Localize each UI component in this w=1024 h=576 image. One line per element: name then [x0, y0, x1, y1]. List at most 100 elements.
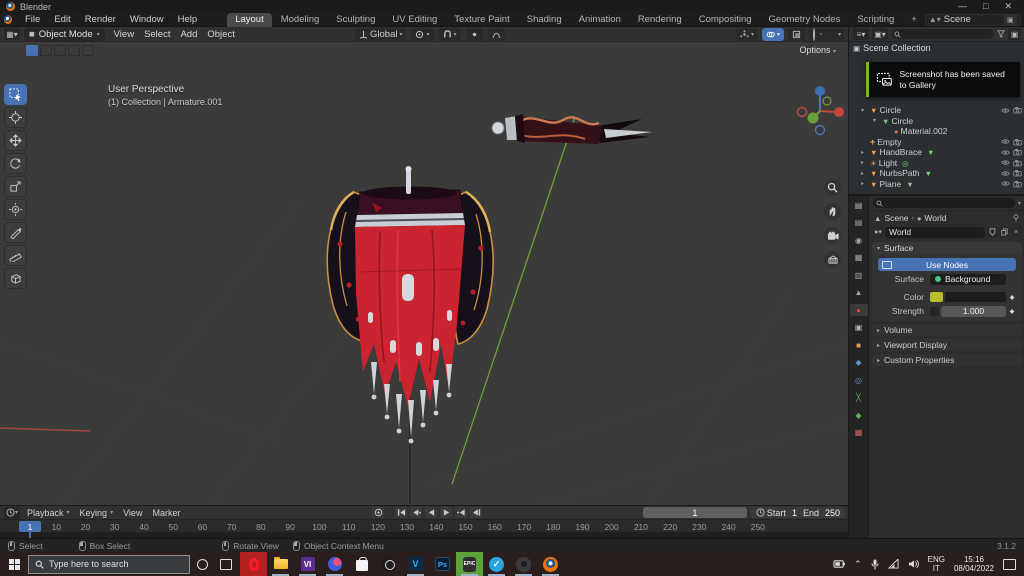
menu-item[interactable]: Edit [48, 13, 76, 26]
object-name[interactable]: Empty [877, 137, 901, 147]
camera-view-icon[interactable] [824, 227, 841, 244]
camera-visibility-icon[interactable] [1013, 148, 1022, 156]
workspace-tab[interactable]: Animation [571, 13, 629, 27]
taskbar-app-button[interactable] [240, 552, 267, 576]
start-button[interactable] [0, 552, 28, 576]
close-button[interactable]: ✕ [1004, 1, 1012, 12]
copy-datablock-icon[interactable] [999, 227, 1009, 237]
proportional-editing-toggle[interactable] [466, 28, 483, 41]
object-name[interactable]: Circle [891, 116, 913, 126]
outliner-editor-icon[interactable]: ≡▾ [853, 28, 869, 40]
taskbar-app-button[interactable]: V [402, 552, 429, 576]
unlink-datablock-icon[interactable]: × [1011, 227, 1021, 237]
rotate-tool[interactable] [4, 153, 27, 174]
viewport-menu-item[interactable]: Select [139, 29, 175, 40]
action-center-icon[interactable] [1003, 559, 1016, 570]
select-box-tool[interactable] [4, 84, 27, 105]
expand-arrow-icon[interactable]: ▸ [861, 170, 868, 177]
move-tool[interactable] [4, 130, 27, 151]
properties-tab[interactable] [850, 357, 868, 369]
taskbar-app-button[interactable] [321, 552, 348, 576]
taskbar-search-input[interactable]: Type here to search [28, 555, 190, 574]
scene-collection-row[interactable]: Scene Collection [849, 42, 1024, 54]
taskbar-app-button[interactable]: EPIC [456, 552, 483, 576]
transform-tool[interactable] [4, 199, 27, 220]
timeline-editor[interactable]: ▾ PlaybackKeyingViewMarker 1 [0, 505, 848, 538]
expand-arrow-icon[interactable]: ▾ [861, 107, 868, 114]
properties-tab[interactable] [850, 322, 868, 334]
select-mode-button[interactable] [82, 45, 94, 56]
task-view-button[interactable] [214, 559, 238, 570]
pin-icon[interactable] [1012, 214, 1020, 222]
workspace-tab[interactable]: Geometry Nodes [761, 13, 849, 27]
outliner-editor[interactable]: ≡▾ ▣▾ ▣ Scene Collection ▾ Cir [849, 27, 1024, 196]
hide-eye-icon[interactable] [1001, 107, 1010, 114]
timeline-editor-icon[interactable]: ▾ [4, 507, 20, 519]
workspace-tab[interactable]: Scripting [849, 13, 902, 27]
breadcrumb-world[interactable]: World [924, 213, 946, 223]
expand-arrow-icon[interactable]: ▸ [861, 149, 868, 156]
outliner-row[interactable]: ▸ Light [849, 158, 1024, 169]
color-swatch[interactable] [930, 292, 943, 302]
taskbar-app-button[interactable] [537, 552, 564, 576]
hide-eye-icon[interactable] [1001, 180, 1010, 187]
camera-visibility-icon[interactable] [1013, 169, 1022, 177]
menu-item[interactable]: Window [124, 13, 170, 26]
properties-editor-icon[interactable] [850, 199, 868, 211]
battery-icon[interactable] [833, 559, 845, 569]
3d-scene[interactable] [0, 42, 848, 505]
object-name[interactable]: NurbsPath [879, 168, 919, 178]
taskbar-app-button[interactable]: Ps [429, 552, 456, 576]
properties-tab[interactable] [850, 427, 868, 439]
shading-dropdown[interactable]: ▾ [838, 31, 841, 38]
object-name[interactable]: Plane [879, 179, 901, 189]
surface-shader-dropdown[interactable]: Background [930, 274, 1006, 285]
editor-type-icon[interactable]: ▦▾ [4, 28, 20, 40]
strength-keyframe-dot[interactable]: ◆ [1008, 308, 1016, 315]
menu-item[interactable]: Render [79, 13, 122, 26]
cortana-button[interactable] [190, 559, 214, 570]
outliner-row[interactable]: Empty [849, 137, 1024, 148]
object-name[interactable]: Circle [879, 105, 901, 115]
fake-user-shield-icon[interactable] [987, 227, 997, 237]
shading-wireframe-button[interactable] [812, 28, 816, 41]
viewport-menu-item[interactable]: Add [175, 29, 202, 40]
navigation-gizmo[interactable] [795, 79, 847, 139]
start-value[interactable]: 1 [792, 508, 797, 518]
timeline-menu-item[interactable]: Playback [22, 508, 75, 518]
scale-tool[interactable] [4, 176, 27, 197]
next-keyframe-button[interactable] [455, 507, 467, 518]
outliner-display-mode-icon[interactable]: ▣▾ [872, 28, 888, 40]
notification-toast[interactable]: Screenshot has been saved to Gallery [866, 62, 1020, 97]
filter-funnel-icon[interactable] [997, 30, 1005, 38]
add-cube-tool[interactable] [4, 268, 27, 289]
workspace-tab[interactable]: Shading [519, 13, 570, 27]
camera-visibility-icon[interactable] [1013, 159, 1022, 167]
tray-expand-chevron[interactable]: ⌃ [854, 559, 862, 570]
cursor-tool[interactable] [4, 107, 27, 128]
new-collection-icon[interactable]: ▣ [1008, 28, 1021, 40]
object-name[interactable]: HandBrace [879, 147, 922, 157]
mode-dropdown[interactable]: ■ Object Mode ▾ [24, 28, 105, 41]
play-button[interactable] [440, 507, 452, 518]
hide-eye-icon[interactable] [1001, 159, 1010, 166]
microphone-icon[interactable] [871, 559, 879, 570]
outliner-row[interactable]: ▸ Plane [849, 179, 1024, 190]
end-value[interactable]: 250 [825, 508, 840, 518]
world-datablock-icon[interactable]: ●▾ [873, 227, 883, 237]
expand-arrow-icon[interactable]: ▸ [861, 159, 868, 166]
menu-item[interactable]: File [19, 13, 46, 26]
maximize-button[interactable]: □ [983, 1, 988, 12]
3d-viewport[interactable]: ▦▾ ■ Object Mode ▾ ViewSelectAddObject G… [0, 27, 848, 505]
zoom-icon[interactable] [824, 179, 841, 196]
hide-eye-icon[interactable] [1001, 149, 1010, 156]
taskbar-app-button[interactable]: VI [294, 552, 321, 576]
pivot-point-dropdown[interactable]: ▾ [411, 28, 433, 41]
properties-tab[interactable] [850, 287, 868, 299]
jump-to-end-button[interactable] [470, 507, 482, 518]
clock[interactable]: 15:16 08/04/2022 [954, 555, 994, 573]
properties-editor[interactable]: ▾ ▲ Scene › ● World ●▾ World [849, 196, 1024, 538]
scene-selector[interactable]: ▲▾ Scene ▣ [925, 14, 1021, 26]
properties-tab[interactable] [850, 392, 868, 404]
viewport-menu-item[interactable]: Object [202, 29, 239, 40]
